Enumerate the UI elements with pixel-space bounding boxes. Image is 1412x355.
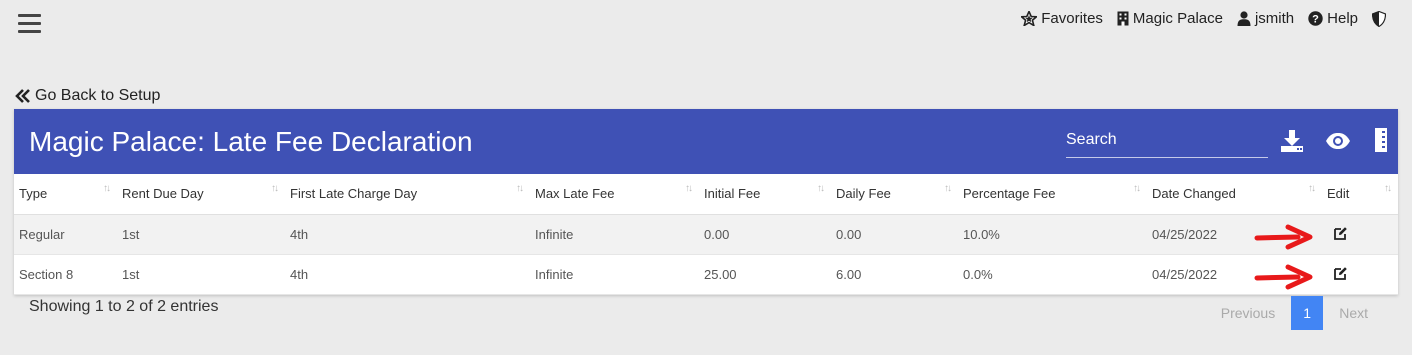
page-title: Magic Palace: Late Fee Declaration	[29, 125, 473, 157]
cell-edit	[1254, 214, 1398, 255]
search-wrap	[1066, 125, 1268, 158]
col-header-label: Edit	[1327, 186, 1350, 202]
search-input[interactable]	[1066, 125, 1268, 155]
nav-user[interactable]: jsmith	[1237, 10, 1294, 27]
col-header-label: Date Changed	[1152, 186, 1236, 202]
nav-property[interactable]: Magic Palace	[1117, 10, 1223, 27]
edit-icon[interactable]	[1334, 226, 1348, 240]
download-icon[interactable]	[1280, 129, 1304, 153]
menu-hamburger-icon[interactable]	[18, 14, 41, 34]
cell-percentage-fee: 10.0%	[958, 214, 1147, 255]
cell-initial-fee: 25.00	[699, 254, 831, 295]
cell-edit	[1254, 254, 1398, 295]
edit-icon[interactable]	[1334, 266, 1348, 280]
table-header-row: Type ↑↓ Rent Due Day ↑↓ First Late Charge …	[14, 174, 1398, 215]
eye-icon[interactable]	[1325, 132, 1351, 150]
cell-type: Regular	[14, 214, 117, 255]
late-fee-table: Type ↑↓ Rent Due Day ↑↓ First Late Charge …	[14, 174, 1398, 295]
sort-icon: ↑↓	[103, 183, 111, 194]
table-info: Showing 1 to 2 of 2 entries	[29, 298, 219, 315]
cell-initial-fee: 0.00	[699, 214, 831, 255]
cell-first-late-charge-day: 4th	[285, 214, 530, 255]
nav-property-label: Magic Palace	[1132, 10, 1223, 27]
nav-security[interactable]	[1372, 10, 1390, 27]
sort-icon: ↑↓	[1133, 183, 1141, 194]
columns-icon[interactable]	[1375, 128, 1387, 152]
go-back-label: Go Back to Setup	[35, 87, 161, 104]
red-arrow-annotation	[1254, 224, 1313, 249]
col-header-type[interactable]: Type ↑↓	[14, 174, 117, 215]
pagination: Previous 1 Next	[1213, 296, 1376, 330]
cell-rent-due-day: 1st	[117, 254, 285, 295]
cell-daily-fee: 0.00	[831, 214, 958, 255]
nav-favorites-label: Favorites	[1041, 10, 1103, 27]
user-icon	[1237, 11, 1251, 26]
building-icon	[1117, 11, 1129, 26]
col-header-first-late-charge-day[interactable]: First Late Charge Day ↑↓	[285, 174, 530, 215]
sort-icon: ↑↓	[1384, 183, 1392, 194]
col-header-label: Daily Fee	[836, 186, 891, 202]
sort-icon: ↑↓	[1308, 183, 1316, 194]
double-chevron-left-icon	[15, 89, 30, 103]
page-1-button[interactable]: 1	[1291, 296, 1324, 330]
star-icon	[1021, 11, 1038, 26]
col-header-percentage-fee[interactable]: Percentage Fee ↑↓	[958, 174, 1147, 215]
sort-icon: ↑↓	[817, 183, 825, 194]
cell-daily-fee: 6.00	[831, 254, 958, 295]
sort-icon: ↑↓	[271, 183, 279, 194]
nav-help-label: Help	[1327, 10, 1358, 27]
col-header-label: Rent Due Day	[122, 186, 204, 202]
cell-type: Section 8	[14, 254, 117, 295]
table-row: Section 8 1st 4th Infinite 25.00 6.00 0.…	[14, 254, 1398, 295]
nav-favorites[interactable]: Favorites	[1021, 10, 1103, 27]
nav-help[interactable]: ? Help	[1308, 10, 1358, 27]
col-header-label: Max Late Fee	[535, 186, 615, 202]
top-nav: Favorites Magic Palace jsmith ? Help	[1007, 10, 1390, 27]
cell-first-late-charge-day: 4th	[285, 254, 530, 295]
red-arrow-annotation	[1254, 264, 1313, 289]
col-header-label: Initial Fee	[704, 186, 761, 202]
col-header-max-late-fee[interactable]: Max Late Fee ↑↓	[530, 174, 699, 215]
sort-icon: ↑↓	[944, 183, 952, 194]
col-header-label: First Late Charge Day	[290, 186, 418, 202]
col-header-daily-fee[interactable]: Daily Fee ↑↓	[831, 174, 958, 215]
late-fee-card: Magic Palace: Late Fee Declaration Type ↑…	[14, 109, 1398, 295]
col-header-label: Percentage Fee	[963, 186, 1056, 202]
nav-user-label: jsmith	[1254, 10, 1295, 27]
shield-icon	[1372, 10, 1386, 27]
svg-text:?: ?	[1312, 14, 1319, 26]
next-button[interactable]: Next	[1331, 305, 1376, 321]
col-header-label: Type	[19, 186, 48, 202]
col-header-date-changed[interactable]: Date Changed ↑↓	[1147, 174, 1322, 215]
help-icon: ?	[1308, 11, 1323, 26]
table-row: Regular 1st 4th Infinite 0.00 0.00 10.0%…	[14, 214, 1398, 255]
previous-button[interactable]: Previous	[1213, 305, 1283, 321]
col-header-initial-fee[interactable]: Initial Fee ↑↓	[699, 174, 831, 215]
sort-icon: ↑↓	[685, 183, 693, 194]
cell-percentage-fee: 0.0%	[958, 254, 1147, 295]
col-header-edit[interactable]: Edit ↑↓	[1322, 174, 1398, 215]
cell-max-late-fee: Infinite	[530, 214, 699, 255]
go-back-link[interactable]: Go Back to Setup	[15, 87, 160, 105]
col-header-rent-due-day[interactable]: Rent Due Day ↑↓	[117, 174, 285, 215]
sort-icon: ↑↓	[516, 183, 524, 194]
card-header: Magic Palace: Late Fee Declaration	[14, 109, 1398, 174]
cell-rent-due-day: 1st	[117, 214, 285, 255]
cell-max-late-fee: Infinite	[530, 254, 699, 295]
